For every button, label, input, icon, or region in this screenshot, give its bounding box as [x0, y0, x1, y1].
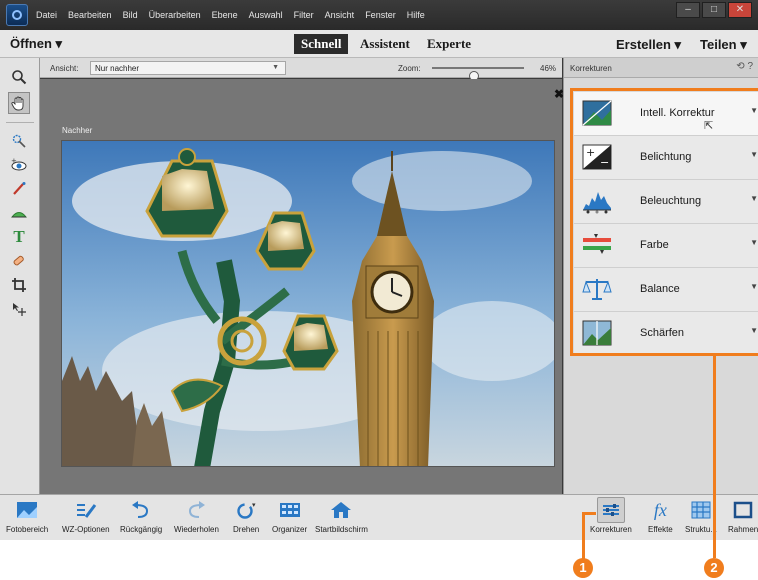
close-window-button[interactable]: ✕: [728, 2, 752, 18]
tool-options-icon: [75, 497, 97, 523]
zoom-slider[interactable]: [432, 67, 524, 81]
text-tool-icon[interactable]: T: [8, 226, 30, 248]
photo-bin-label: Fotobereich: [6, 525, 49, 534]
zoom-label: Zoom:: [398, 64, 421, 73]
adjustments-button[interactable]: Korrekturen: [590, 497, 632, 534]
zoom-tool-icon[interactable]: [8, 66, 30, 88]
callout-2-badge: 2: [704, 558, 724, 578]
home-screen-label: Startbildschirm: [315, 525, 368, 534]
menu-datei[interactable]: Datei: [36, 10, 57, 20]
app-logo-icon[interactable]: [6, 4, 28, 26]
frames-icon: [733, 497, 753, 523]
organizer-button[interactable]: Organizer: [272, 497, 307, 534]
minimize-button[interactable]: –: [676, 2, 700, 18]
callout-1-line: [582, 512, 585, 560]
hand-tool-icon[interactable]: [8, 92, 30, 114]
undo-label: Rückgängig: [120, 525, 163, 534]
panel-title: Korrekturen: [570, 64, 612, 73]
fx-icon: fx: [653, 499, 667, 520]
panel-header: Korrekturen ⟲ ?: [564, 58, 758, 78]
canvas-area: ✖ Nachher: [40, 79, 564, 494]
effects-label: Effekte: [648, 525, 673, 534]
callout-highlight-box: [570, 88, 758, 356]
redo-button[interactable]: Wiederholen: [174, 497, 219, 534]
after-view-caption: Nachher: [62, 126, 93, 135]
help-icon[interactable]: ?: [747, 61, 753, 72]
menu-bearbeiten[interactable]: Bearbeiten: [68, 10, 112, 20]
tab-assistent[interactable]: Assistent: [353, 34, 417, 54]
move-tool-icon[interactable]: [8, 298, 30, 320]
effects-button[interactable]: fx Effekte: [648, 497, 673, 535]
frames-label: Rahmen: [728, 525, 758, 534]
straighten-tool-icon[interactable]: [8, 202, 30, 224]
chevron-down-icon: ▼: [272, 64, 279, 71]
zoom-value: 46%: [540, 64, 557, 73]
callout-1-badge: 1: [573, 558, 593, 578]
whiten-teeth-tool-icon[interactable]: [8, 178, 30, 200]
callout-2-line: [713, 356, 716, 558]
tool-options-label: WZ-Optionen: [62, 525, 110, 534]
organizer-icon: [279, 497, 301, 523]
spot-healing-tool-icon[interactable]: [8, 250, 30, 272]
photo-bin-icon: [16, 497, 38, 523]
create-button[interactable]: Erstellen ▾: [616, 37, 681, 53]
menu-ueberarbeiten[interactable]: Überarbeiten: [149, 10, 201, 20]
undo-button[interactable]: Rückgängig: [120, 497, 162, 534]
maximize-button[interactable]: □: [702, 2, 726, 18]
rotate-icon: ▾: [235, 497, 257, 523]
bottom-taskbar: Fotobereich WZ-Optionen Rückgängig Wiede…: [0, 494, 758, 540]
photoshop-elements-window: Datei Bearbeiten Bild Überarbeiten Ebene…: [0, 0, 758, 540]
tool-options-button[interactable]: WZ-Optionen: [62, 497, 110, 534]
options-bar: Ansicht: Nur nachher ▼ Zoom: 46%: [40, 58, 562, 81]
toolbox-divider: [6, 122, 34, 123]
svg-text:+: +: [11, 158, 17, 165]
rotate-button[interactable]: ▾ Drehen: [233, 497, 259, 534]
rotate-label: Drehen: [233, 525, 260, 534]
home-icon: [330, 497, 352, 523]
menu-ebene[interactable]: Ebene: [212, 10, 238, 20]
callout-1-tick: [582, 512, 596, 515]
menu-hilfe[interactable]: Hilfe: [407, 10, 425, 20]
adjustments-icon: [596, 497, 625, 523]
organizer-label: Organizer: [272, 525, 308, 534]
redo-label: Wiederholen: [174, 525, 219, 534]
window-controls: – □ ✕: [676, 2, 752, 18]
view-select-value: Nur nachher: [95, 64, 140, 73]
menu-filter[interactable]: Filter: [294, 10, 314, 20]
adjustments-label: Korrekturen: [590, 525, 632, 534]
redo-icon: [185, 497, 207, 523]
open-button[interactable]: Öffnen ▾: [10, 36, 62, 52]
photo-big-ben[interactable]: [61, 140, 555, 467]
tab-experte[interactable]: Experte: [420, 34, 478, 54]
tab-schnell[interactable]: Schnell: [294, 34, 349, 54]
menu-ansicht[interactable]: Ansicht: [325, 10, 355, 20]
photo-bin-button[interactable]: Fotobereich: [6, 497, 48, 534]
menu-bar: Datei Bearbeiten Bild Überarbeiten Ebene…: [0, 0, 758, 30]
crop-tool-icon[interactable]: [8, 274, 30, 296]
view-select[interactable]: Nur nachher ▼: [90, 61, 286, 75]
frames-button[interactable]: Rahmen: [728, 497, 758, 534]
menu-fenster[interactable]: Fenster: [365, 10, 396, 20]
undo-icon: [130, 497, 152, 523]
menu-bild[interactable]: Bild: [123, 10, 138, 20]
mode-bar: Öffnen ▾ Schnell Assistent Experte Erste…: [0, 30, 758, 58]
home-screen-button[interactable]: Startbildschirm: [315, 497, 368, 534]
red-eye-tool-icon[interactable]: +: [8, 154, 30, 176]
share-button[interactable]: Teilen ▾: [700, 37, 747, 53]
toolbox: + T: [0, 58, 40, 494]
quick-selection-tool-icon[interactable]: [8, 130, 30, 152]
reset-panel-icon[interactable]: ⟲: [736, 61, 744, 72]
textures-icon: [691, 497, 711, 523]
menu-auswahl[interactable]: Auswahl: [249, 10, 283, 20]
view-label: Ansicht:: [50, 64, 79, 73]
svg-text:▾: ▾: [252, 501, 256, 509]
panel-header-icons: ⟲ ?: [736, 61, 753, 72]
